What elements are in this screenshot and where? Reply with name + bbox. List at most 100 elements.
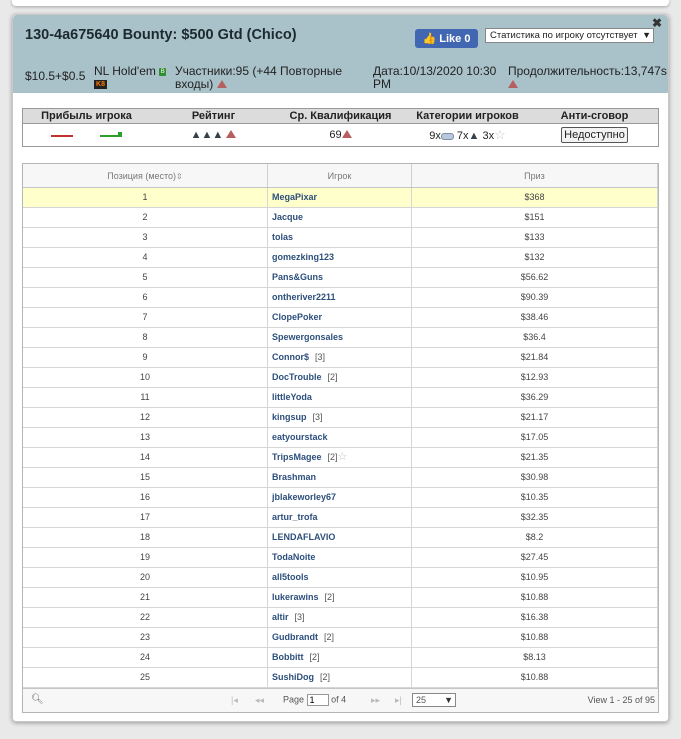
table-row[interactable]: 14 TripsMagee [2]☆ $21.35	[23, 448, 658, 468]
player-link[interactable]: lukerawins	[272, 592, 319, 602]
table-row[interactable]: 9 Connor$ [3] $21.84	[23, 348, 658, 368]
position-cell: 20	[23, 568, 268, 587]
participants-line2: входы)	[175, 77, 214, 91]
player-link[interactable]: Jacque	[272, 212, 303, 222]
column-prize[interactable]: Приз	[412, 164, 658, 187]
prize-cell: $10.95	[412, 568, 658, 587]
chevron-down-icon: ▼	[642, 30, 651, 40]
prize-cell: $10.88	[412, 628, 658, 647]
player-link[interactable]: DocTrouble	[272, 372, 322, 382]
column-player[interactable]: Игрок	[268, 164, 412, 187]
player-link[interactable]: Connor$	[272, 352, 309, 362]
table-row[interactable]: 7 ClopePoker $38.46	[23, 308, 658, 328]
prize-cell: $10.35	[412, 488, 658, 507]
prize-cell: $133	[412, 228, 658, 247]
player-cell: ontheriver2211	[268, 288, 412, 307]
table-row[interactable]: 20 all5tools $10.95	[23, 568, 658, 588]
table-row[interactable]: 1 MegaPixar $368	[23, 188, 658, 208]
player-stats-select[interactable]: Статистика по игроку отсутствует ▼	[485, 28, 654, 43]
table-row[interactable]: 3 tolas $133	[23, 228, 658, 248]
player-link[interactable]: jblakeworley67	[272, 492, 336, 502]
player-link[interactable]: Bobbitt	[272, 652, 304, 662]
player-link[interactable]: Gudbrandt	[272, 632, 318, 642]
table-row[interactable]: 17 artur_trofa $32.35	[23, 508, 658, 528]
player-cell: littleYoda	[268, 388, 412, 407]
prize-cell: $90.39	[412, 288, 658, 307]
player-cell: all5tools	[268, 568, 412, 587]
table-row[interactable]: 25 SushiDog [2] $10.88	[23, 668, 658, 688]
per-page-select[interactable]: 25 ▼	[412, 693, 456, 707]
prize-cell: $8.2	[412, 528, 658, 547]
player-link[interactable]: Spewergonsales	[272, 332, 343, 342]
page-input[interactable]	[306, 694, 329, 706]
table-row[interactable]: 21 lukerawins [2] $10.88	[23, 588, 658, 608]
shark-icon: ▲	[468, 130, 480, 142]
player-link[interactable]: Brashman	[272, 472, 316, 482]
table-row[interactable]: 8 Spewergonsales $36.4	[23, 328, 658, 348]
first-page-icon[interactable]: |◂	[231, 695, 238, 706]
table-row[interactable]: 19 TodaNoite $27.45	[23, 548, 658, 568]
table-row[interactable]: 11 littleYoda $36.29	[23, 388, 658, 408]
next-page-icon[interactable]: ▸▸	[371, 695, 380, 706]
player-cell: Bobbitt [2]	[268, 648, 412, 667]
thumbs-up-icon: 👍	[422, 33, 437, 45]
shark-icon: ▲▲▲	[190, 129, 224, 141]
table-row[interactable]: 4 gomezking123 $132	[23, 248, 658, 268]
star-icon: ☆	[494, 127, 506, 142]
prize-cell: $38.46	[412, 308, 658, 327]
player-link[interactable]: ontheriver2211	[272, 292, 336, 302]
table-row[interactable]: 15 Brashman $30.98	[23, 468, 658, 488]
player-link[interactable]: TodaNoite	[272, 552, 315, 562]
table-row[interactable]: 24 Bobbitt [2] $8.13	[23, 648, 658, 668]
player-link[interactable]: MegaPixar	[272, 192, 317, 202]
table-row[interactable]: 6 ontheriver2211 $90.39	[23, 288, 658, 308]
table-row[interactable]: 10 DocTrouble [2] $12.93	[23, 368, 658, 388]
position-cell: 14	[23, 448, 268, 467]
player-link[interactable]: littleYoda	[272, 392, 312, 402]
player-link[interactable]: altir	[272, 612, 289, 622]
profit-loss-sparkline-icon	[50, 130, 73, 138]
position-cell: 4	[23, 248, 268, 267]
tournament-dialog: ✖ 130-4a675640 Bounty: $500 Gtd (Chico) …	[12, 14, 669, 722]
player-link[interactable]: TripsMagee	[272, 452, 322, 462]
player-link[interactable]: eatyourstack	[272, 432, 328, 442]
table-row[interactable]: 12 kingsup [3] $21.17	[23, 408, 658, 428]
categories-cell: 9x 7x▲ 3x☆	[404, 127, 531, 143]
profit-cell	[23, 129, 150, 141]
anticollusion-button[interactable]: Недоступно	[561, 127, 628, 143]
bounty-badge-icon: B	[159, 67, 167, 76]
prev-page-icon[interactable]: ◂◂	[255, 695, 264, 706]
table-row[interactable]: 2 Jacque $151	[23, 208, 658, 228]
player-link[interactable]: artur_trofa	[272, 512, 318, 522]
table-row[interactable]: 23 Gudbrandt [2] $10.88	[23, 628, 658, 648]
game-nl: NL	[94, 64, 109, 78]
facebook-like-button[interactable]: 👍 Like 0	[415, 29, 478, 48]
reentry-count: [3]	[294, 612, 305, 622]
player-link[interactable]: SushiDog	[272, 672, 314, 682]
player-link[interactable]: ClopePoker	[272, 312, 322, 322]
player-link[interactable]: kingsup	[272, 412, 307, 422]
search-icon[interactable]: 🔍︎	[31, 694, 44, 705]
position-cell: 1	[23, 188, 268, 207]
player-link[interactable]: all5tools	[272, 572, 309, 582]
position-cell: 9	[23, 348, 268, 367]
player-cell: lukerawins [2]	[268, 588, 412, 607]
table-row[interactable]: 18 LENDAFLAVIO $8.2	[23, 528, 658, 548]
category-fish-count: 9x	[429, 130, 441, 142]
player-cell: DocTrouble [2]	[268, 368, 412, 387]
table-row[interactable]: 13 eatyourstack $17.05	[23, 428, 658, 448]
rating-triangle-icon	[216, 80, 227, 88]
player-cell: eatyourstack	[268, 428, 412, 447]
column-position[interactable]: Позиция (место)⇳	[23, 164, 268, 187]
player-link[interactable]: gomezking123	[272, 252, 334, 262]
table-row[interactable]: 22 altir [3] $16.38	[23, 608, 658, 628]
duration-triangle-icon	[508, 80, 518, 88]
table-row[interactable]: 5 Pans&Guns $56.62	[23, 268, 658, 288]
player-cell: Pans&Guns	[268, 268, 412, 287]
anticollusion-cell: Недоступно	[531, 127, 658, 143]
table-row[interactable]: 16 jblakeworley67 $10.35	[23, 488, 658, 508]
last-page-icon[interactable]: ▸|	[395, 695, 402, 706]
player-link[interactable]: Pans&Guns	[272, 272, 323, 282]
player-link[interactable]: tolas	[272, 232, 293, 242]
player-link[interactable]: LENDAFLAVIO	[272, 532, 335, 542]
